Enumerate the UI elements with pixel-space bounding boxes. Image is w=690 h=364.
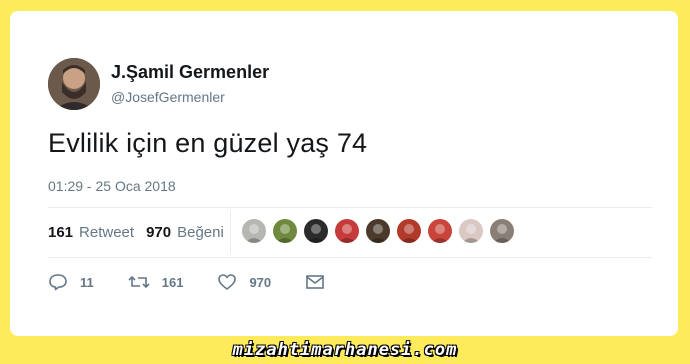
liker-avatar-icon[interactable] xyxy=(397,219,421,243)
like-stat-label: Beğeni xyxy=(177,224,224,241)
like-stat-count: 970 xyxy=(146,224,172,241)
liker-avatar-icon[interactable] xyxy=(242,219,266,243)
tweet-text: Evlilik için en güzel yaş 74 xyxy=(48,128,368,158)
retweet-count: 161 xyxy=(161,274,184,290)
reply-icon xyxy=(49,274,67,291)
engagement-stats: 161 Retweet 970 Beğeni xyxy=(48,224,236,241)
tweet-card: J.Şamil Germenler @JosefGermenler Evlili… xyxy=(10,11,678,336)
heart-icon xyxy=(218,274,237,290)
avatar-photo-icon xyxy=(48,58,100,110)
tweet-actions: 11 161 970 xyxy=(48,273,371,291)
retweet-icon xyxy=(128,275,150,289)
author-name[interactable]: J.Şamil Germenler xyxy=(111,62,269,83)
stats-separator xyxy=(230,211,231,253)
divider-bottom xyxy=(48,257,652,258)
reply-count: 11 xyxy=(80,274,94,290)
watermark: mizahtimarhanesi.com xyxy=(232,340,458,360)
liker-avatar-icon[interactable] xyxy=(304,219,328,243)
like-button[interactable]: 970 xyxy=(217,273,271,291)
retweet-stat-label: Retweet xyxy=(79,224,135,241)
like-count: 970 xyxy=(249,274,272,290)
tweet-timestamp[interactable]: 01:29 - 25 Oca 2018 xyxy=(48,178,176,194)
author-avatar[interactable] xyxy=(48,58,100,110)
liker-avatar-icon[interactable] xyxy=(335,219,359,243)
author-handle[interactable]: @JosefGermenler xyxy=(111,89,225,105)
retweet-stat-count: 161 xyxy=(48,224,74,241)
liker-avatar-icon[interactable] xyxy=(366,219,390,243)
liker-avatar-icon[interactable] xyxy=(273,219,297,243)
liker-avatar-icon[interactable] xyxy=(490,219,514,243)
direct-message-button[interactable] xyxy=(305,274,337,290)
retweet-stat[interactable]: 161 Retweet xyxy=(48,224,134,241)
divider-top xyxy=(48,207,652,208)
liker-avatar-icon[interactable] xyxy=(459,219,483,243)
liker-avatars xyxy=(242,219,521,243)
liker-avatar-icon[interactable] xyxy=(428,219,452,243)
retweet-button[interactable]: 161 xyxy=(128,273,184,291)
reply-button[interactable]: 11 xyxy=(48,273,94,291)
like-stat[interactable]: 970 Beğeni xyxy=(146,224,224,241)
envelope-icon xyxy=(306,275,324,289)
